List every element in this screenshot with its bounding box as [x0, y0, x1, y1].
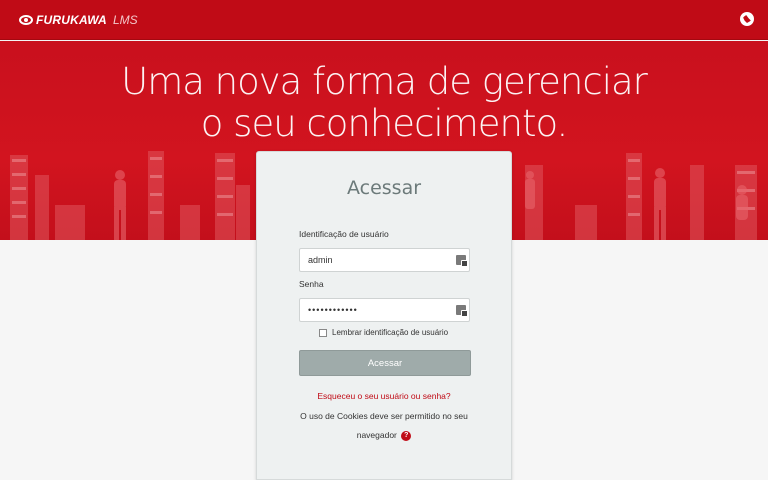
- autofill-key-icon[interactable]: [456, 305, 468, 317]
- product-name: LMS: [112, 12, 138, 27]
- login-title: Acessar: [346, 177, 422, 199]
- remember-username-row[interactable]: Lembrar identificação de usuário: [319, 328, 448, 337]
- hero-headline-line-2: o seu conhecimento.: [200, 102, 568, 145]
- autofill-key-icon[interactable]: [456, 255, 468, 267]
- top-bar: FURUKAWA LMS: [0, 0, 768, 40]
- cookie-notice-line-2: navegador: [356, 430, 397, 440]
- forgot-credentials-link[interactable]: Esqueceu o seu usuário ou senha?: [257, 391, 511, 401]
- username-label: Identificação de usuário: [299, 229, 389, 239]
- hero-headline-line-1: Uma nova forma de gerenciar: [121, 60, 648, 103]
- brand-name: FURUKAWA: [36, 12, 107, 27]
- remember-username-checkbox[interactable]: [319, 328, 327, 337]
- remember-username-label[interactable]: Lembrar identificação de usuário: [332, 328, 448, 337]
- login-card: Acessar Identificação de usuário Senha L…: [256, 151, 512, 480]
- cookie-notice: O uso de Cookies deve ser permitido no s…: [257, 407, 511, 445]
- password-label: Senha: [299, 279, 324, 289]
- help-icon[interactable]: ?: [401, 430, 412, 441]
- globe-icon[interactable]: [740, 12, 754, 26]
- password-input[interactable]: [299, 298, 470, 322]
- cookie-notice-line-2-row: navegador ?: [257, 426, 511, 445]
- username-input[interactable]: [299, 248, 470, 272]
- hero-headline: Uma nova forma de gerenciar o seu conhec…: [0, 61, 768, 145]
- cookie-notice-line-1: O uso de Cookies deve ser permitido no s…: [300, 411, 468, 421]
- furukawa-logo-icon: [19, 14, 33, 25]
- login-submit-button[interactable]: Acessar: [299, 350, 471, 376]
